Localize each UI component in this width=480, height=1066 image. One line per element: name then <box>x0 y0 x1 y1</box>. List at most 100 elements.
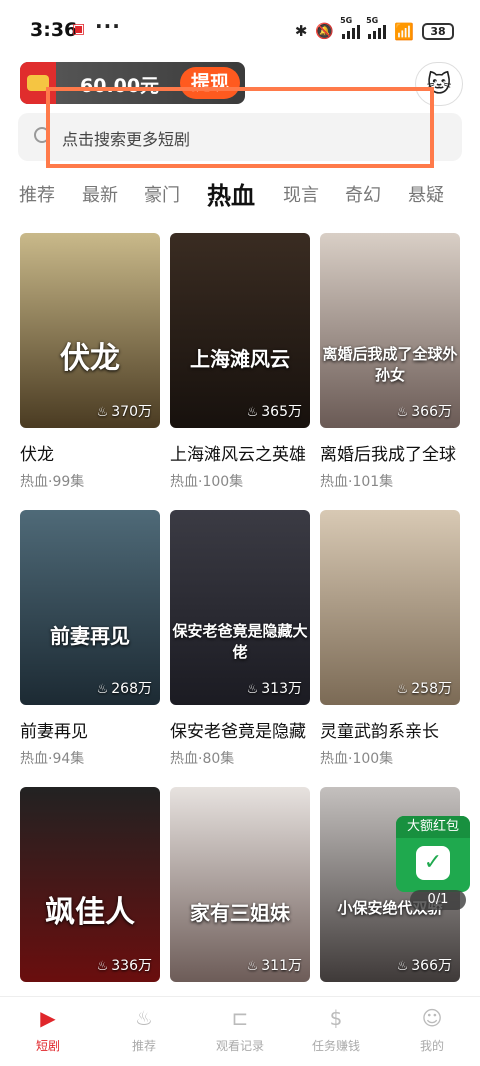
drama-episodes: 101集 <box>352 474 394 490</box>
view-count-value: 336万 <box>111 958 152 974</box>
drama-card[interactable]: 飒佳人 ♨ 336万 <box>20 787 160 982</box>
nav-item-history[interactable]: ⊏ 观看记录 <box>200 1007 280 1054</box>
poster-title-art: 保安老爸竟是隐藏大佬 <box>172 622 308 661</box>
nav-item-me[interactable]: ☺ 我的 <box>392 1007 472 1054</box>
drama-poster[interactable]: 飒佳人 ♨ 336万 <box>20 787 160 982</box>
view-count: ♨ 370万 <box>97 401 152 421</box>
tab-suspense[interactable]: 悬疑 <box>408 181 444 207</box>
drama-card[interactable]: 前妻再见 ♨ 268万 前妻再见热血·94集 <box>20 510 160 768</box>
view-count-value: 311万 <box>261 958 302 974</box>
poster-title-art: 前妻再见 <box>50 624 130 648</box>
money-bag-icon: $ <box>329 1006 343 1030</box>
drama-title[interactable]: 灵童武韵系亲长 <box>320 717 470 742</box>
nav-item-short-drama[interactable]: ▶ 短剧 <box>8 1007 88 1054</box>
tab-fantasy[interactable]: 奇幻 <box>345 181 381 207</box>
drama-genre: 热血 <box>20 751 48 767</box>
drama-poster[interactable]: 保安老爸竟是隐藏大佬 ♨ 313万 <box>170 510 310 705</box>
drama-meta: 热血·101集 <box>320 474 394 490</box>
status-time: 3:36 <box>30 19 78 41</box>
drama-card[interactable]: 伏龙 ♨ 370万 伏龙热血·99集 <box>20 233 160 491</box>
view-count-value: 313万 <box>261 681 302 697</box>
drama-genre: 热血 <box>320 474 348 490</box>
status-more-dots: ··· <box>95 14 121 38</box>
drama-genre: 热血 <box>320 751 348 767</box>
poster-title-art: 上海滩风云 <box>190 347 290 371</box>
tab-rich-family[interactable]: 豪门 <box>144 181 180 207</box>
drama-meta: 热血·80集 <box>170 751 235 767</box>
view-count: ♨ 313万 <box>247 678 302 698</box>
drama-poster[interactable]: 伏龙 ♨ 370万 <box>20 233 160 428</box>
flame-icon: ♨ <box>96 682 109 697</box>
drama-poster[interactable]: 上海滩风云 ♨ 365万 <box>170 233 310 428</box>
poster-title-art: 家有三姐妹 <box>190 901 290 925</box>
drama-poster[interactable]: 家有三姐妹 ♨ 311万 <box>170 787 310 982</box>
flame-icon: ♨ <box>396 682 409 697</box>
drama-episodes: 99集 <box>52 474 85 490</box>
drama-card[interactable]: 离婚后我成了全球外孙女 ♨ 366万 离婚后我成了全球 热血·101集 <box>320 233 460 491</box>
nav-item-tasks[interactable]: $ 任务赚钱 <box>296 1007 376 1054</box>
view-count: ♨ 365万 <box>247 401 302 421</box>
view-count: ♨ 366万 <box>397 955 452 975</box>
highlight-box <box>46 87 434 168</box>
status-bar: 3:36 ▣ ··· ✱ 🔕 5G 5G 📶 38 <box>0 0 480 60</box>
drama-card[interactable]: ♨ 258万 灵童武韵系亲长 热血·100集 <box>320 510 460 768</box>
drama-meta: 热血·94集 <box>20 751 85 767</box>
tab-recommend[interactable]: 推荐 <box>19 181 55 207</box>
drama-meta: 热血·100集 <box>320 751 394 767</box>
drama-poster[interactable]: ♨ 258万 <box>320 510 460 705</box>
drama-meta: 热血·100集 <box>170 474 244 490</box>
drama-genre: 热血 <box>20 474 48 490</box>
flame-icon: ♨ <box>396 959 409 974</box>
status-icons: ✱ 🔕 5G 5G 📶 38 <box>295 16 454 42</box>
nav-label: 任务赚钱 <box>311 1039 360 1053</box>
drama-title[interactable]: 前妻再见 <box>20 717 170 742</box>
nav-item-recommend[interactable]: ♨ 推荐 <box>104 1007 184 1054</box>
drama-card[interactable]: 保安老爸竟是隐藏大佬 ♨ 313万 保安老爸竟是隐藏 热血·80集 <box>170 510 310 768</box>
flame-icon: ♨ <box>96 959 109 974</box>
view-count: ♨ 336万 <box>97 955 152 975</box>
user-icon: ☺ <box>421 1006 443 1030</box>
view-count-value: 366万 <box>411 404 452 420</box>
drama-episodes: 80集 <box>202 751 235 767</box>
tv-icon: ▶ <box>40 1006 56 1030</box>
tab-hot-blood[interactable]: 热血 <box>207 176 255 211</box>
mute-icon: 🔕 <box>315 22 335 40</box>
nav-label: 推荐 <box>131 1039 156 1053</box>
wifi-icon: 📶 <box>394 21 414 41</box>
drama-title[interactable]: 离婚后我成了全球 <box>320 440 470 465</box>
drama-card[interactable]: 上海滩风云 ♨ 365万 上海滩风云之英雄 热血·100集 <box>170 233 310 491</box>
drama-title[interactable]: 上海滩风云之英雄 <box>170 440 320 465</box>
red-packet-progress: 0/1 <box>410 890 466 910</box>
red-packet-widget[interactable]: 大额红包 ✓ <box>396 816 470 892</box>
signal-icon-1: 5G <box>340 16 361 39</box>
flame-icon: ♨ <box>246 682 259 697</box>
battery-icon: 38 <box>422 22 454 40</box>
tab-latest[interactable]: 最新 <box>82 181 118 207</box>
tab-modern-romance[interactable]: 现言 <box>283 181 319 207</box>
view-count: ♨ 366万 <box>397 401 452 421</box>
red-packet-label: 大额红包 <box>396 816 470 838</box>
view-count-value: 268万 <box>111 681 152 697</box>
bottom-nav: ▶ 短剧 ♨ 推荐 ⊏ 观看记录 $ 任务赚钱 ☺ 我的 <box>0 996 480 1066</box>
flame-icon: ♨ <box>396 405 409 420</box>
flame-icon: ♨ <box>135 1006 153 1030</box>
wechat-pay-icon: ✓ <box>416 846 450 880</box>
view-count: ♨ 258万 <box>397 678 452 698</box>
drama-title[interactable]: 伏龙 <box>20 440 170 465</box>
drama-meta: 热血·99集 <box>20 474 85 490</box>
drama-episodes: 100集 <box>352 751 394 767</box>
drama-poster[interactable]: 离婚后我成了全球外孙女 ♨ 366万 <box>320 233 460 428</box>
nav-label: 短剧 <box>35 1039 60 1053</box>
drama-poster[interactable]: 前妻再见 ♨ 268万 <box>20 510 160 705</box>
drama-title[interactable]: 保安老爸竟是隐藏 <box>170 717 320 742</box>
drama-episodes: 100集 <box>202 474 244 490</box>
poster-title-art: 离婚后我成了全球外孙女 <box>322 345 458 384</box>
flame-icon: ♨ <box>246 405 259 420</box>
view-count: ♨ 311万 <box>247 955 302 975</box>
nav-label: 我的 <box>419 1039 444 1053</box>
drama-card[interactable]: 家有三姐妹 ♨ 311万 <box>170 787 310 982</box>
notification-icon: ▣ <box>72 21 86 37</box>
poster-title-art: 伏龙 <box>60 341 120 376</box>
view-count-value: 258万 <box>411 681 452 697</box>
view-count-value: 365万 <box>261 404 302 420</box>
